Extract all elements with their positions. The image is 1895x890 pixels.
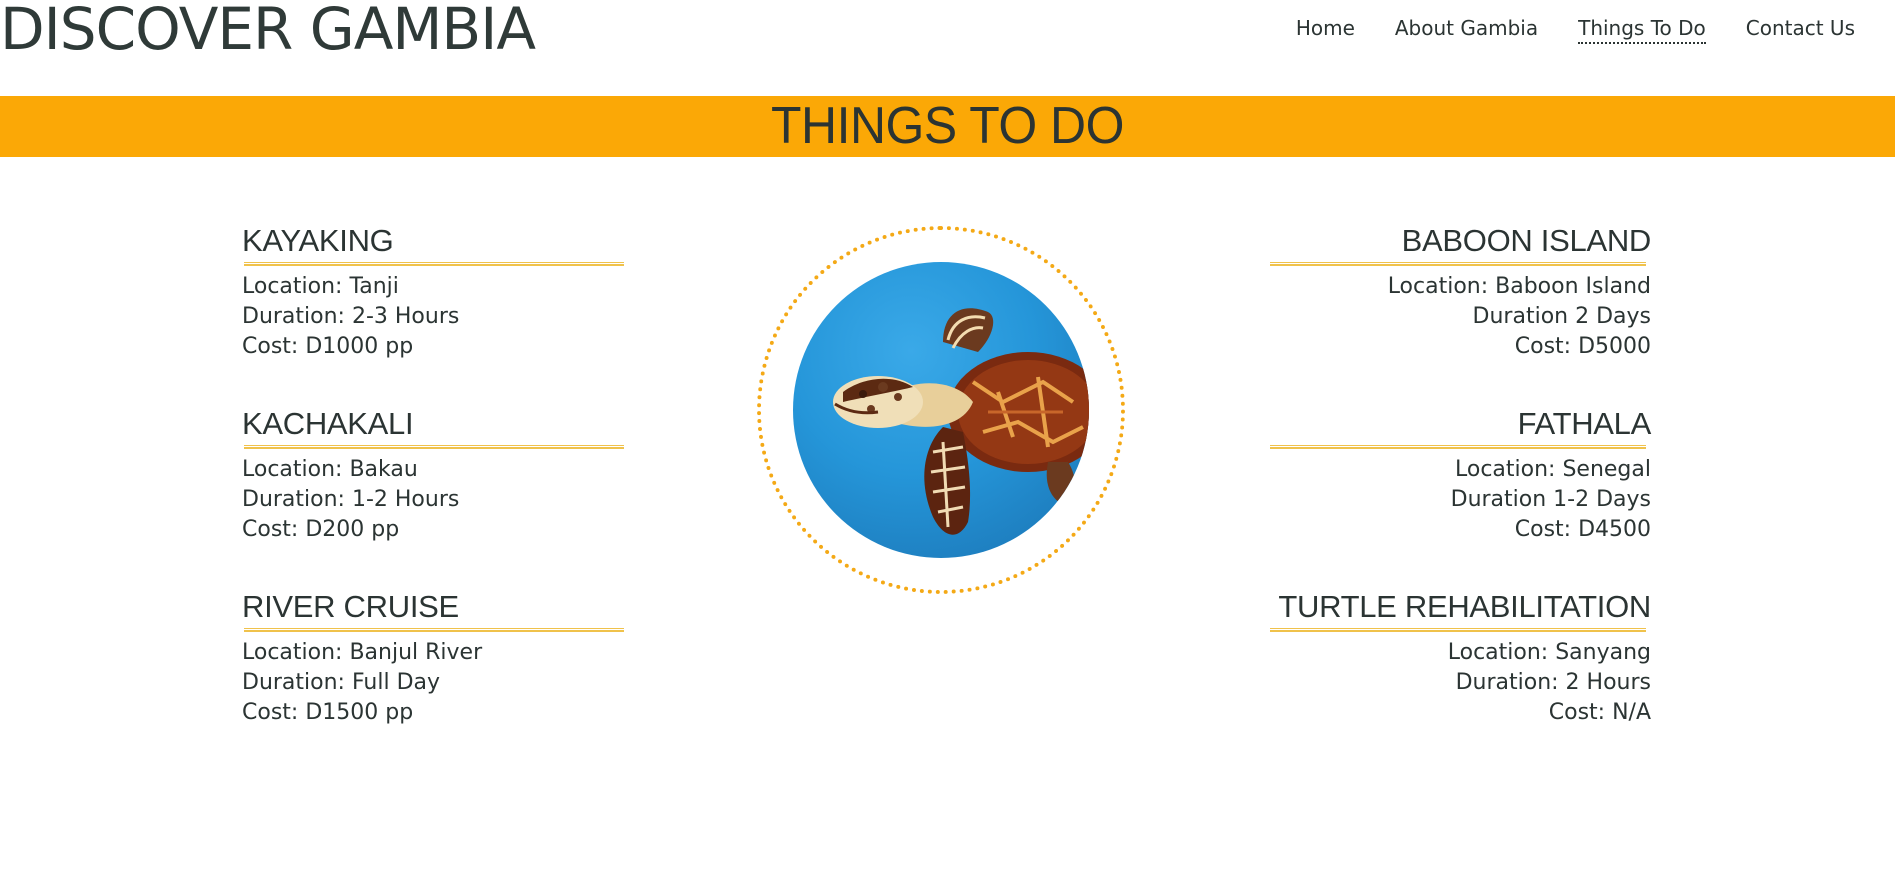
activity-location: Location: Tanji [242, 274, 399, 299]
activity-cost: Cost: D200 pp [242, 517, 400, 542]
title-underline [244, 445, 624, 449]
activity-title: BABOON ISLAND [1401, 223, 1652, 258]
activity-duration: Duration: Full Day [242, 670, 441, 695]
sea-turtle-icon [833, 308, 1089, 535]
featured-image-frame [757, 226, 1125, 594]
activity-kachakali: KACHAKALI Location: Bakau Duration: 1-2 … [242, 405, 627, 545]
activity-location: Location: Senegal [1455, 457, 1651, 482]
nav-home[interactable]: Home [1296, 14, 1355, 44]
nav-things-to-do[interactable]: Things To Do [1578, 14, 1706, 44]
title-underline [1270, 628, 1646, 632]
title-underline [244, 262, 624, 266]
page-title: THINGS TO DO [771, 97, 1124, 155]
activity-river-cruise: RIVER CRUISE Location: Banjul River Dura… [242, 588, 627, 728]
activity-location: Location: Sanyang [1447, 640, 1651, 665]
activity-kayaking: KAYAKING Location: Tanji Duration: 2-3 H… [242, 222, 627, 362]
activity-duration: Duration 2 Days [1472, 304, 1651, 329]
site-title[interactable]: DISCOVER GAMBIA [0, 0, 536, 64]
sea-turtle-photo [793, 262, 1089, 558]
page-banner: THINGS TO DO [0, 96, 1895, 157]
title-underline [1270, 445, 1646, 449]
activity-fathala: FATHALA Location: Senegal Duration 1-2 D… [1270, 405, 1655, 545]
activity-cost: Cost: D5000 [1514, 334, 1651, 359]
activity-title: RIVER CRUISE [242, 589, 459, 624]
activity-cost: Cost: D4500 [1514, 517, 1651, 542]
nav-about-gambia[interactable]: About Gambia [1395, 14, 1538, 44]
title-underline [1270, 262, 1646, 266]
activity-cost: Cost: D1000 pp [242, 334, 414, 359]
activity-title: KAYAKING [242, 223, 394, 258]
activity-turtle-rehabilitation: TURTLE REHABILITATION Location: Sanyang … [1270, 588, 1655, 728]
activity-title: FATHALA [1517, 406, 1652, 441]
activity-duration: Duration: 2-3 Hours [242, 304, 460, 329]
activity-location: Location: Baboon Island [1387, 274, 1651, 299]
activity-cost: Cost: N/A [1548, 700, 1651, 725]
activity-title: TURTLE REHABILITATION [1278, 589, 1651, 624]
activity-cost: Cost: D1500 pp [242, 700, 414, 725]
activity-duration: Duration: 2 Hours [1455, 670, 1651, 695]
activity-location: Location: Bakau [242, 457, 418, 482]
activity-location: Location: Banjul River [242, 640, 483, 665]
activity-title: KACHAKALI [242, 406, 414, 441]
title-underline [244, 628, 624, 632]
activity-duration: Duration 1-2 Days [1450, 487, 1651, 512]
activity-duration: Duration: 1-2 Hours [242, 487, 460, 512]
nav-contact-us[interactable]: Contact Us [1746, 14, 1855, 44]
main-nav: Home About Gambia Things To Do Contact U… [1296, 14, 1855, 44]
activity-baboon-island: BABOON ISLAND Location: Baboon Island Du… [1270, 222, 1655, 362]
site-header: DISCOVER GAMBIA Home About Gambia Things… [0, 0, 1895, 96]
